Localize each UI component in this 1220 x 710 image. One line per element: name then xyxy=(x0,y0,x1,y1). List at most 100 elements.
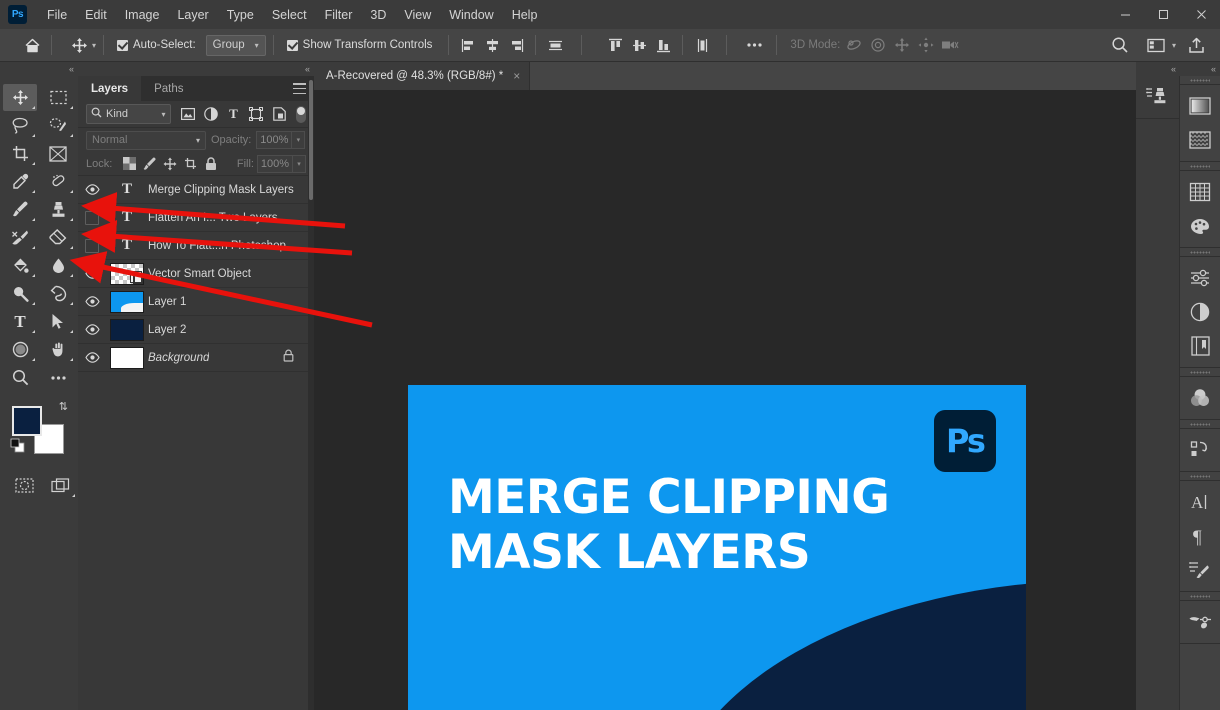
auto-select-checkbox[interactable]: Auto-Select: xyxy=(117,39,196,51)
type-layer-filter-icon[interactable]: T xyxy=(223,104,245,124)
hand-tool[interactable] xyxy=(41,336,75,363)
pan-3d-icon[interactable] xyxy=(890,34,914,56)
filter-kind-dropdown[interactable]: Kind ▾ xyxy=(86,104,171,124)
collapse-chevrons-icon[interactable]: « xyxy=(69,64,74,74)
search-icon[interactable] xyxy=(1108,34,1132,56)
menu-item-window[interactable]: Window xyxy=(440,4,502,26)
move-tool[interactable] xyxy=(3,84,37,111)
dock-group-handle[interactable] xyxy=(1180,162,1220,171)
lock-artboard-nesting-icon[interactable] xyxy=(182,155,200,173)
edit-toolbar-tool[interactable] xyxy=(41,364,75,391)
artboard[interactable]: MERGE CLIPPING MASK LAYERS Ps xyxy=(408,385,1026,710)
fill-field[interactable]: 100% ▾ xyxy=(256,154,306,173)
close-icon[interactable]: × xyxy=(513,69,520,83)
eyedropper-tool[interactable] xyxy=(3,168,37,195)
dock-group-handle[interactable] xyxy=(1180,592,1220,601)
layer-thumbnail[interactable]: T xyxy=(106,232,148,260)
roll-3d-icon[interactable] xyxy=(866,34,890,56)
crop-tool[interactable] xyxy=(3,140,37,167)
layer-thumbnail[interactable] xyxy=(106,288,148,316)
layer-visibility-toggle[interactable] xyxy=(78,344,106,372)
menu-item-type[interactable]: Type xyxy=(218,4,263,26)
show-transform-controls-checkbox[interactable]: Show Transform Controls xyxy=(286,39,432,51)
layer-visibility-toggle[interactable] xyxy=(78,260,106,288)
character-icon[interactable]: A xyxy=(1180,485,1220,519)
object-selection-tool[interactable] xyxy=(41,112,75,139)
layer-visibility-toggle[interactable] xyxy=(78,316,106,344)
clone-stamp-tool[interactable] xyxy=(41,196,75,223)
collapse-layers-strip[interactable]: « xyxy=(78,62,314,76)
eraser-tool[interactable] xyxy=(41,224,75,251)
align-top-edges-icon[interactable] xyxy=(603,34,627,56)
layer-thumbnail[interactable]: T xyxy=(106,204,148,232)
history-brush-tool[interactable] xyxy=(3,224,37,251)
layer-visibility-toggle[interactable] xyxy=(78,288,106,316)
tab-layers[interactable]: Layers xyxy=(78,76,142,101)
shape-layer-filter-icon[interactable] xyxy=(246,104,268,124)
zoom-tool[interactable] xyxy=(3,364,37,391)
brush-settings-icon[interactable] xyxy=(1180,605,1220,639)
default-colors-icon[interactable] xyxy=(10,438,25,458)
menu-item-select[interactable]: Select xyxy=(263,4,316,26)
collapse-chevrons-icon[interactable]: « xyxy=(1211,64,1216,74)
collapse-chevrons-icon[interactable]: « xyxy=(1171,64,1176,74)
distribute-horizontally-icon[interactable] xyxy=(543,34,567,56)
blend-mode-dropdown[interactable]: Normal ▾ xyxy=(86,130,206,150)
lock-image-pixels-icon[interactable] xyxy=(141,155,159,173)
collapse-toolbar-strip[interactable]: « xyxy=(0,62,78,76)
layer-thumbnail[interactable] xyxy=(106,344,148,372)
ellipse-tool[interactable] xyxy=(3,336,37,363)
menu-item-file[interactable]: File xyxy=(38,4,76,26)
chevron-down-icon[interactable]: ▾ xyxy=(1172,41,1176,50)
layer-row[interactable]: T How To Flatt...n Photoshop xyxy=(78,232,314,260)
character-styles-icon[interactable] xyxy=(1180,553,1220,587)
screen-mode-icon[interactable] xyxy=(45,472,78,499)
layer-row[interactable]: Background xyxy=(78,344,314,372)
patterns-icon[interactable] xyxy=(1180,123,1220,157)
checkbox-box[interactable] xyxy=(286,39,298,51)
align-left-edges-icon[interactable] xyxy=(456,34,480,56)
orbit-3d-icon[interactable] xyxy=(842,34,866,56)
chevron-down-icon[interactable]: ▾ xyxy=(162,110,166,119)
foreground-color-swatch[interactable] xyxy=(12,406,42,436)
dock-group-handle[interactable] xyxy=(1180,368,1220,377)
layer-visibility-toggle[interactable] xyxy=(78,232,106,260)
layer-visibility-toggle[interactable] xyxy=(78,204,106,232)
pixel-layer-filter-icon[interactable] xyxy=(177,104,199,124)
adjustment-layer-icon[interactable] xyxy=(1180,295,1220,329)
auto-select-scope-dropdown[interactable]: Group ▾ xyxy=(205,34,266,56)
slide-3d-icon[interactable] xyxy=(914,34,938,56)
layer-row[interactable]: T Merge Clipping Mask Layers xyxy=(78,176,314,204)
dock-group-handle[interactable] xyxy=(1180,420,1220,429)
dock-group-handle[interactable] xyxy=(1180,248,1220,257)
spot-healing-brush-tool[interactable] xyxy=(41,168,75,195)
collapse-dock-b-strip[interactable]: « xyxy=(1180,62,1220,76)
swatches-icon[interactable] xyxy=(1180,209,1220,243)
layer-row[interactable]: Vector Smart Object xyxy=(78,260,314,288)
chevron-down-icon[interactable]: ▾ xyxy=(255,41,259,50)
layer-visibility-toggle[interactable] xyxy=(78,176,106,204)
quick-mask-icon[interactable] xyxy=(8,472,41,499)
close-button[interactable] xyxy=(1182,0,1220,29)
filter-enable-toggle[interactable] xyxy=(296,105,307,123)
menu-item-help[interactable]: Help xyxy=(503,4,547,26)
adjustment-layer-filter-icon[interactable] xyxy=(200,104,222,124)
dodge-tool[interactable] xyxy=(3,280,37,307)
lasso-tool[interactable] xyxy=(3,112,37,139)
align-bottom-edges-icon[interactable] xyxy=(651,34,675,56)
libraries-panel-icon[interactable] xyxy=(1180,433,1220,467)
gradients-icon[interactable] xyxy=(1180,89,1220,123)
smart-object-filter-icon[interactable] xyxy=(268,104,290,124)
brush-tool[interactable] xyxy=(3,196,37,223)
menu-item-view[interactable]: View xyxy=(395,4,440,26)
channels-icon[interactable] xyxy=(1180,381,1220,415)
home-icon[interactable] xyxy=(20,34,44,56)
libraries-icon[interactable] xyxy=(1136,80,1179,114)
opacity-field[interactable]: 100% ▾ xyxy=(256,131,306,149)
menu-item-filter[interactable]: Filter xyxy=(316,4,362,26)
chevron-down-icon[interactable]: ▾ xyxy=(92,41,96,50)
share-icon[interactable] xyxy=(1184,34,1208,56)
fill-stepper[interactable]: ▾ xyxy=(292,154,306,173)
collapse-chevrons-icon[interactable]: « xyxy=(305,64,310,74)
blur-tool[interactable] xyxy=(41,252,75,279)
